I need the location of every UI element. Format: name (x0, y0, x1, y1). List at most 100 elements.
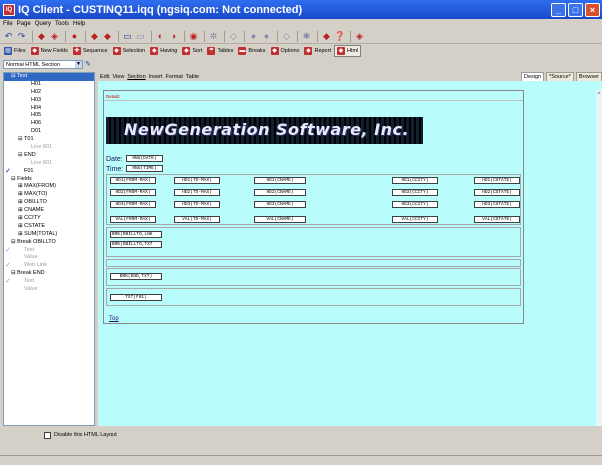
report-field[interactable]: HD3(CSTATE) (474, 201, 520, 208)
tree-item[interactable]: ✓ Text (4, 247, 94, 255)
minimize-button[interactable]: _ (551, 2, 566, 17)
outline-diamond-icon[interactable]: ◇ (281, 31, 292, 42)
selection-button[interactable]: ◆ Selection (111, 45, 148, 57)
report-field[interactable]: HD3(CCITY) (392, 201, 438, 208)
date-field[interactable]: HNU(DATE) (126, 155, 163, 162)
report-field[interactable]: HD3(CNAME) (254, 201, 306, 208)
disable-layout-checkbox[interactable] (44, 432, 51, 439)
monitor-icon[interactable]: ▭ (122, 31, 133, 42)
having-button[interactable]: ◆ Having (148, 45, 179, 57)
sort-button[interactable]: ◆ Sort (180, 45, 204, 57)
report-field[interactable]: VAL(TO-MAX) (174, 216, 220, 223)
report-field[interactable]: HD1(CSTATE) (474, 177, 520, 184)
stop-icon[interactable]: ● (248, 31, 259, 42)
report-field[interactable]: HD2(CNAME) (254, 189, 306, 196)
editor-menu-format[interactable]: Format (165, 74, 182, 80)
tree-item[interactable]: ⊞ SUM(TOTAL) (4, 231, 94, 239)
menu-help[interactable]: Help (73, 21, 85, 27)
break-text-field[interactable]: BRK(OBILLTO,TXT (110, 241, 162, 248)
help-icon[interactable]: ❓ (334, 31, 345, 42)
diamond-icon[interactable]: ◇ (228, 31, 239, 42)
report-field[interactable]: HD2(CCITY) (392, 189, 438, 196)
nav-up-icon[interactable]: ◆ (36, 31, 47, 42)
time-field[interactable]: HNU(TIME) (126, 165, 163, 172)
tree-item[interactable]: ⊞ MAX(TO) (4, 191, 94, 199)
tree-item[interactable]: H04 (4, 105, 94, 113)
tables-button[interactable]: ☂ Tables (205, 45, 235, 57)
back-icon[interactable]: ◐ (155, 31, 166, 42)
editor-menu-section[interactable]: Section (127, 74, 145, 80)
company-banner[interactable]: NewGeneration Software, Inc. (106, 117, 423, 144)
menu-page[interactable]: Page (17, 21, 31, 27)
files-button[interactable]: ▤ Files (2, 45, 28, 57)
design-canvas[interactable]: Detailz NewGeneration Software, Inc. Dat… (98, 81, 602, 435)
tree-item[interactable]: ⊞ MAX(FROM) (4, 183, 94, 191)
info-icon[interactable]: ● (69, 31, 80, 42)
tab-design[interactable]: Design (520, 72, 545, 81)
report-button[interactable]: ◆ Report (302, 45, 333, 57)
tree-item[interactable]: ⊞ CCITY (4, 215, 94, 223)
tree-item[interactable]: ✓ F01 (4, 168, 94, 176)
tab-browser[interactable]: Browser (575, 72, 602, 81)
close-button[interactable]: × (585, 2, 600, 17)
top-link[interactable]: Top (109, 316, 119, 322)
html-document[interactable]: Detailz NewGeneration Software, Inc. Dat… (103, 90, 524, 324)
nav-down-icon[interactable]: ◆ (89, 31, 100, 42)
tree-item[interactable]: H06 (4, 120, 94, 128)
menu-query[interactable]: Query (35, 21, 51, 27)
tree-item[interactable]: ⊞ CNAME (4, 207, 94, 215)
star-icon[interactable]: ✲ (208, 31, 219, 42)
break-end-field[interactable]: BRK(END,TXT) (110, 273, 162, 280)
edit-section-icon[interactable]: ✎ (85, 60, 95, 69)
break-link-field[interactable]: BRK(OBILLTO,LNK (110, 231, 162, 238)
report-field[interactable]: HD1(FROM-MAX) (110, 177, 156, 184)
tree-item[interactable]: ⊟ Break END (4, 270, 94, 278)
tree-item[interactable]: H02 (4, 89, 94, 97)
vertical-scrollbar[interactable]: ▲▼ (596, 90, 602, 435)
breaks-button[interactable]: ▬ Breaks (236, 45, 267, 57)
layout-tree[interactable]: ⊟ Text H01 H02 H03 H04 H05 H06 D01 ⊟ T01 Line 801… (3, 72, 95, 426)
monitor-off-icon[interactable]: ▭ (135, 31, 146, 42)
tree-item[interactable]: ⊟ Text (4, 73, 94, 81)
report-field[interactable]: HD2(FROM-MAX) (110, 189, 156, 196)
nav-right-icon[interactable]: ◆ (102, 31, 113, 42)
scroll-up-icon[interactable]: ▲ (596, 90, 602, 96)
settings-icon[interactable]: ✱ (301, 31, 312, 42)
report-field[interactable]: HD3(FROM-MAX) (110, 201, 156, 208)
undo-icon[interactable]: ↶ (3, 31, 14, 42)
tree-item[interactable]: ⊞ CSTATE (4, 223, 94, 231)
report-field[interactable]: HD3(TO-MAX) (174, 201, 220, 208)
tree-item[interactable]: ⊟ Break OBILLTO (4, 239, 94, 247)
tree-item[interactable]: Line 801 (4, 144, 94, 152)
report-field[interactable]: HD1(CNAME) (254, 177, 306, 184)
section-select[interactable]: Normal HTML Section ▼ (3, 60, 83, 69)
tree-item[interactable]: ⊟ END (4, 152, 94, 160)
run-icon[interactable]: ◆ (321, 31, 332, 42)
new-fields-button[interactable]: ◆ New Fields (29, 45, 70, 57)
editor-menu-table[interactable]: Table (186, 74, 199, 80)
report-field[interactable]: HD2(CSTATE) (474, 189, 520, 196)
footer-text-field[interactable]: TXT(F01) (110, 294, 162, 301)
report-field[interactable]: HD1(CCITY) (392, 177, 438, 184)
stop-alt-icon[interactable]: ● (261, 31, 272, 42)
exit-icon[interactable]: ◈ (354, 31, 365, 42)
report-field[interactable]: VAL(CCITY) (392, 216, 438, 223)
tree-item[interactable]: H01 (4, 81, 94, 89)
tree-item[interactable]: Line 801 (4, 160, 94, 168)
menu-tools[interactable]: Tools (55, 21, 69, 27)
sequence-button[interactable]: ✚ Sequence (71, 45, 110, 57)
tree-item[interactable]: ✓ Text (4, 278, 94, 286)
report-field[interactable]: HD2(TO-MAX) (174, 189, 220, 196)
editor-menu-view[interactable]: View (112, 74, 124, 80)
report-field[interactable]: HD1(TO-MAX) (174, 177, 220, 184)
nav-left-icon[interactable]: ◈ (49, 31, 60, 42)
report-field[interactable]: VAL(CSTATE) (474, 216, 520, 223)
html-button[interactable]: ◆ Html (333, 45, 362, 57)
tree-item[interactable]: ✓ Web Link (4, 262, 94, 270)
menu-file[interactable]: File (3, 21, 13, 27)
tree-item[interactable]: ⊟ Fields (4, 176, 94, 184)
options-button[interactable]: ◆ Options (269, 45, 302, 57)
tree-item[interactable]: D01 (4, 128, 94, 136)
tree-item[interactable]: ⊞ OBILLTO (4, 199, 94, 207)
chevron-down-icon[interactable]: ▼ (75, 61, 82, 68)
